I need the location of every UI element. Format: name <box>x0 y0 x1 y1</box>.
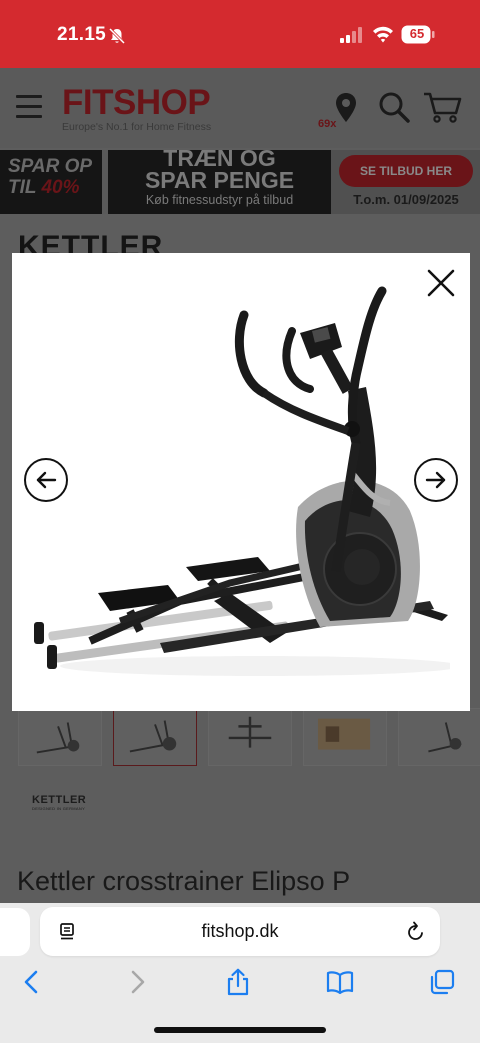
product-title: Kettler crosstrainer Elipso P <box>17 866 351 896</box>
store-count: 69x <box>318 118 337 130</box>
promo-headline: TRÆN OG SPAR PENGE Køb fitnessudstyr på … <box>108 145 331 214</box>
cart-icon[interactable] <box>422 90 462 124</box>
thumbnail[interactable] <box>303 708 387 766</box>
close-icon[interactable] <box>426 268 456 298</box>
status-time: 21.15 <box>57 24 107 45</box>
back-icon[interactable] <box>18 968 46 996</box>
url-text: fitshop.dk <box>201 921 279 941</box>
image-lightbox <box>12 253 470 711</box>
search-icon[interactable] <box>377 90 411 124</box>
arrow-right-icon <box>425 471 446 489</box>
status-bar: 21.15 65 <box>0 0 480 68</box>
tagline: Europe's No.1 for Home Fitness <box>62 121 212 133</box>
home-indicator <box>154 1027 326 1033</box>
promo-button[interactable]: SE TILBUD HER <box>339 155 473 187</box>
product-image <box>34 286 450 676</box>
promo-discount-line1: SPAR OP <box>8 156 93 177</box>
cellular-signal-icon <box>340 27 362 43</box>
thumbnail[interactable] <box>18 708 102 766</box>
thumbnail-selected[interactable] <box>113 708 197 766</box>
thumbnail[interactable] <box>398 708 480 766</box>
promo-discount-line2: TIL 40% <box>8 177 80 198</box>
previous-tab-stub[interactable] <box>0 908 30 956</box>
location-pin-icon[interactable] <box>334 92 358 124</box>
bell-muted-icon <box>108 27 126 45</box>
thumbnail[interactable] <box>208 708 292 766</box>
tabs-icon[interactable] <box>428 968 456 996</box>
promo-subline: Køb fitnessudstyr på tilbud <box>145 193 294 207</box>
promo-headline-2: SPAR PENGE <box>144 167 295 193</box>
site-header: FITSHOP Europe's No.1 for Home Fitness 6… <box>0 68 480 148</box>
bookmarks-icon[interactable] <box>326 968 354 996</box>
wifi-icon <box>373 26 393 43</box>
browser-toolbar: fitshop.dk <box>0 903 480 1043</box>
promo-cta: SE TILBUD HER T.o.m. 01/09/2025 <box>331 150 480 214</box>
battery-level: 65 <box>409 26 425 41</box>
forward-icon[interactable] <box>123 968 151 996</box>
menu-icon[interactable] <box>16 95 42 119</box>
previous-image-button[interactable] <box>24 458 68 502</box>
promo-discount: SPAR OP TIL 40% <box>0 150 102 214</box>
next-image-button[interactable] <box>414 458 458 502</box>
fitshop-logo[interactable]: FITSHOP <box>62 83 211 123</box>
promo-date: T.o.m. 01/09/2025 <box>353 192 459 207</box>
reload-icon[interactable] <box>406 921 426 943</box>
arrow-left-icon <box>36 471 57 489</box>
promo-headline-1: TRÆN OG <box>163 145 276 171</box>
kettler-logo: KETTLER DESIGNED IN GERMANY <box>32 794 87 811</box>
promo-banner[interactable]: SPAR OP TIL 40% TRÆN OG SPAR PENGE Køb f… <box>0 145 480 214</box>
share-icon[interactable] <box>224 968 252 996</box>
address-bar[interactable]: fitshop.dk <box>40 907 440 956</box>
image-thumbnails <box>18 708 480 768</box>
